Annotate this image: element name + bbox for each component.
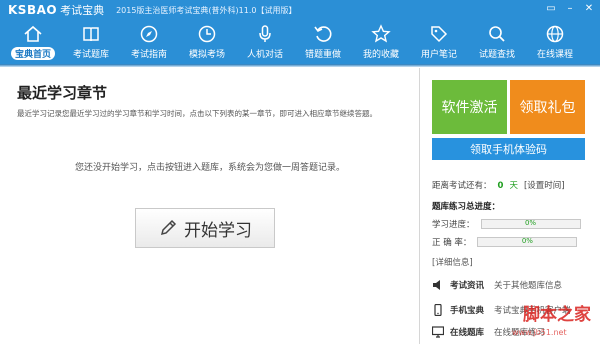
mic-icon <box>259 25 271 42</box>
globe-icon <box>546 25 564 43</box>
countdown-unit: 天 <box>509 181 518 191</box>
home-icon <box>24 25 42 42</box>
recent-study-panel: 最近学习章节 最近学习记录您最近学习过的学习章节和学习时间，点击以下列表的某一章… <box>0 68 420 344</box>
speaker-icon <box>433 280 440 290</box>
window-title: 2015版主治医师考试宝典(普外科)11.0【试用版】 <box>116 5 297 15</box>
nav-label: 在线课程 <box>536 50 573 60</box>
nav-home[interactable]: 宝典首页 <box>4 20 62 64</box>
mobile-app-label: 手机宝典 <box>450 306 485 316</box>
accuracy-row: 正 确 率： 0% <box>432 236 578 248</box>
skin-icon[interactable]: ▭ <box>544 2 558 16</box>
activate-software-button[interactable]: 软件激活 <box>432 80 507 134</box>
exam-news-value: 关于其他题库信息 <box>494 281 563 291</box>
nav-online-courses[interactable]: 在线课程 <box>526 20 584 64</box>
study-progress-value: 0% <box>524 219 537 227</box>
nav-question-bank[interactable]: 考试题库 <box>62 20 120 64</box>
monitor-icon <box>432 326 444 338</box>
mobile-trial-code-button[interactable]: 领取手机体验码 <box>432 138 585 160</box>
accuracy-bar: 0% <box>477 237 578 247</box>
nav-wrong-redo[interactable]: 错题重做 <box>294 20 352 64</box>
set-time-link[interactable]: [设置时间] <box>524 181 565 191</box>
start-study-button[interactable]: 开始学习 <box>135 208 275 248</box>
nav-user-notes[interactable]: 用户笔记 <box>410 20 468 64</box>
nav-search[interactable]: 试题查找 <box>468 20 526 64</box>
nav-label: 错题重做 <box>304 50 341 60</box>
study-progress-label: 学习进度： <box>432 220 475 230</box>
nav-label: 宝典首页 <box>10 47 55 60</box>
app-logo: KSBAO <box>8 3 58 17</box>
nav-favorites[interactable]: 我的收藏 <box>352 20 410 64</box>
close-button[interactable]: ✕ <box>582 2 596 16</box>
online-bank-label: 在线题库 <box>450 328 485 338</box>
compass-icon <box>140 25 158 43</box>
star-icon <box>371 24 391 43</box>
watermark-text: 脚本之家 <box>523 305 591 325</box>
accuracy-value: 0% <box>521 237 533 245</box>
nav-label: 模拟考场 <box>188 50 225 60</box>
claim-gift-button[interactable]: 领取礼包 <box>510 80 585 134</box>
exam-countdown: 距离考试还有： 0 天 [设置时间] <box>432 179 565 191</box>
clock-icon <box>198 25 216 43</box>
nav-label: 试题查找 <box>478 50 515 60</box>
page-description: 最近学习记录您最近学习过的学习章节和学习时间，点击以下列表的某一章节，即可进入相… <box>17 109 377 118</box>
nav-label: 用户笔记 <box>420 50 457 60</box>
nav-dialogue[interactable]: 人机对话 <box>236 20 294 64</box>
page-title: 最近学习章节 <box>17 84 108 102</box>
pencil-icon <box>160 219 177 236</box>
nav-label: 考试指南 <box>130 50 167 60</box>
countdown-value: 0 <box>497 181 504 191</box>
detail-info-link[interactable]: [详细信息] <box>432 256 473 268</box>
toolbar-divider <box>0 64 600 67</box>
exam-news-label: 考试资讯 <box>450 281 485 291</box>
nav-label: 我的收藏 <box>362 50 399 60</box>
study-progress-bar: 0% <box>480 219 581 229</box>
empty-state-message: 您还没开始学习，点击按钮进入题库，系统会为您做一周答题记录。 <box>75 163 346 173</box>
book-icon <box>83 27 99 42</box>
window-controls: ▭ – ✕ <box>544 2 596 16</box>
watermark-url: www.jb51.net <box>512 328 567 337</box>
phone-icon <box>434 304 442 316</box>
study-progress-row: 学习进度： 0% <box>432 218 581 230</box>
undo-icon <box>314 26 332 42</box>
nav-mock-exam[interactable]: 模拟考场 <box>178 20 236 64</box>
start-study-label: 开始学习 <box>184 220 252 241</box>
accuracy-label: 正 确 率： <box>432 238 472 248</box>
title-bar: KSBAO 考试宝典 2015版主治医师考试宝典(普外科)11.0【试用版】 ▭… <box>0 0 600 20</box>
tag-icon <box>431 26 448 43</box>
exam-news-row[interactable]: 考试资讯 关于其他题库信息 <box>432 279 562 291</box>
nav-exam-guide[interactable]: 考试指南 <box>120 20 178 64</box>
nav-label: 考试题库 <box>72 50 109 60</box>
countdown-label: 距离考试还有： <box>432 181 492 191</box>
minimize-button[interactable]: – <box>563 2 577 16</box>
progress-section-title: 题库练习总进度： <box>432 202 501 212</box>
app-logo-subtitle: 考试宝典 <box>60 4 105 17</box>
main-toolbar: 宝典首页 考试题库 考试指南 模拟考场 人机对话 错题重做 我的收藏 用户笔记 … <box>0 20 600 64</box>
nav-label: 人机对话 <box>246 50 283 60</box>
search-icon <box>489 26 505 42</box>
